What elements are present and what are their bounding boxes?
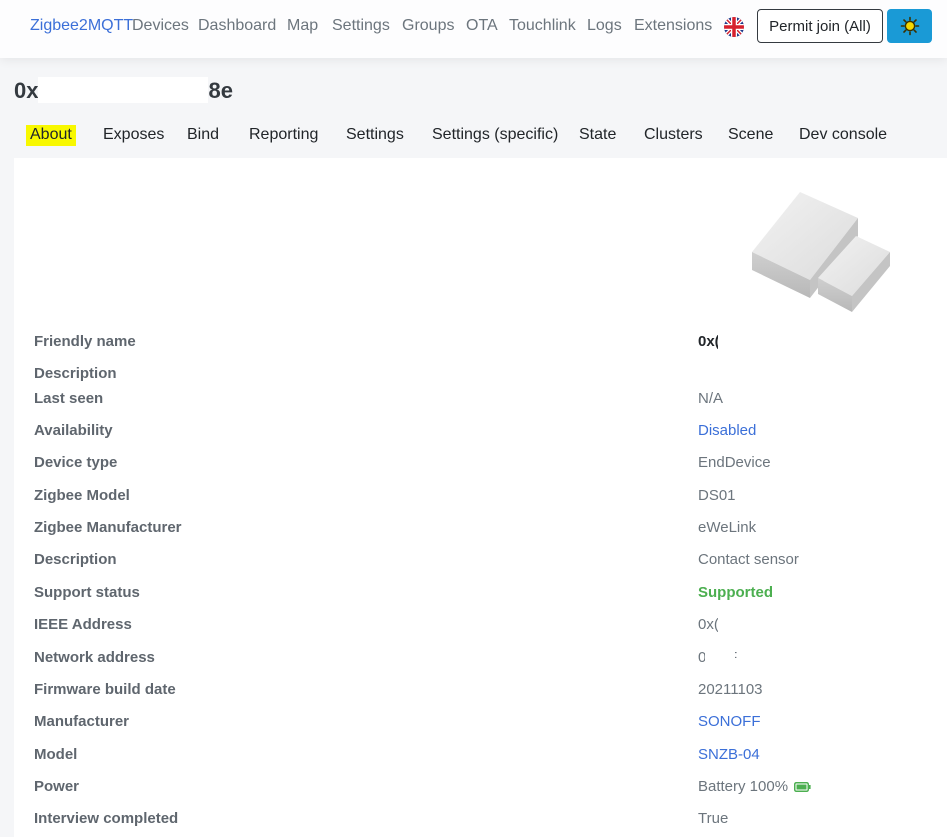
tab-settings-specific[interactable]: Settings (specific) (432, 126, 558, 144)
top-navbar: Zigbee2MQTT Devices Dashboard Map Settin… (0, 0, 947, 58)
zigbee-model-value: DS01 (698, 487, 736, 504)
support-status-value[interactable]: Supported (698, 584, 773, 601)
power-label: Power (34, 778, 80, 795)
device-type-label: Device type (34, 454, 118, 471)
interview-completed-value: True (698, 810, 729, 827)
firmware-build-date-label: Firmware build date (34, 681, 176, 698)
uk-flag-icon[interactable] (724, 17, 744, 37)
last-seen-value: N/A (698, 390, 724, 407)
tab-exposes[interactable]: Exposes (103, 126, 164, 144)
tab-state[interactable]: State (579, 126, 616, 144)
firmware-build-date-value: 20211103 (698, 681, 763, 698)
friendly-name-label: Friendly name (34, 333, 136, 350)
nav-settings[interactable]: Settings (332, 17, 390, 35)
redaction-mask (718, 331, 822, 353)
brand-link[interactable]: Zigbee2MQTT (30, 17, 133, 35)
redaction-mask (705, 647, 735, 669)
nav-dashboard[interactable]: Dashboard (198, 17, 276, 35)
nav-devices[interactable]: Devices (132, 17, 189, 35)
availability-value[interactable]: Disabled (698, 422, 756, 439)
tab-about[interactable]: About (26, 125, 76, 146)
manufacturer-label: Manufacturer (34, 713, 130, 730)
tab-reporting[interactable]: Reporting (249, 126, 318, 144)
nav-extensions[interactable]: Extensions (634, 17, 712, 35)
zigbee-manufacturer-label: Zigbee Manufacturer (34, 519, 182, 536)
tab-clusters[interactable]: Clusters (644, 126, 703, 144)
nav-ota[interactable]: OTA (466, 17, 498, 35)
nav-logs[interactable]: Logs (587, 17, 622, 35)
device-description-value: Contact sensor (698, 551, 799, 568)
tab-bind[interactable]: Bind (187, 126, 219, 144)
redaction-mask (718, 614, 822, 636)
permit-join-button[interactable]: Permit join (All) (757, 9, 883, 43)
ieee-address-label: IEEE Address (34, 616, 132, 633)
last-seen-label: Last seen (34, 390, 104, 407)
contact-sensor-image (752, 192, 890, 312)
power-text: Battery 100% (698, 778, 789, 795)
device-type-value: EndDevice (698, 454, 771, 471)
redaction-mask (38, 77, 208, 103)
manufacturer-value[interactable]: SONOFF (698, 713, 761, 730)
zigbee-model-label: Zigbee Model (34, 487, 130, 504)
nav-map[interactable]: Map (287, 17, 318, 35)
tab-scene[interactable]: Scene (728, 126, 773, 144)
power-value: Battery 100% (698, 778, 811, 795)
availability-label: Availability (34, 422, 113, 439)
nav-groups[interactable]: Groups (402, 17, 454, 35)
sun-icon (900, 16, 919, 36)
description-label: Description (34, 365, 117, 382)
tab-dev-console[interactable]: Dev console (799, 126, 887, 144)
model-value[interactable]: SNZB-04 (698, 746, 760, 763)
nav-touchlink[interactable]: Touchlink (509, 17, 576, 35)
device-tabs: About Exposes Bind Reporting Settings Se… (14, 114, 947, 158)
model-label: Model (34, 746, 78, 763)
zigbee-manufacturer-value: eWeLink (698, 519, 757, 536)
page-title-start: 0x (14, 78, 39, 103)
device-description-label: Description (34, 551, 117, 568)
page-title-end: 8e (208, 78, 233, 103)
tab-settings[interactable]: Settings (346, 126, 404, 144)
network-address-label: Network address (34, 649, 155, 666)
theme-toggle-button[interactable] (887, 9, 932, 43)
battery-full-icon (794, 782, 811, 793)
interview-completed-label: Interview completed (34, 810, 179, 827)
support-status-label: Support status (34, 584, 140, 601)
